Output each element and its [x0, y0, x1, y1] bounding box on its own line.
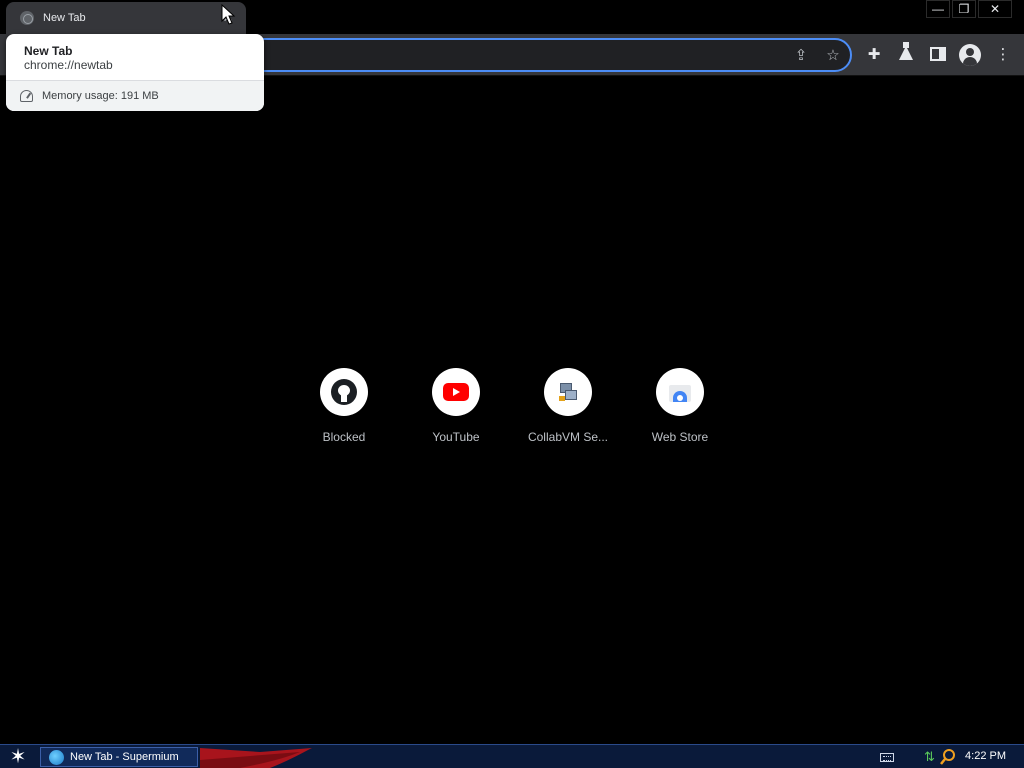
restore-button[interactable]: ❐ [952, 0, 976, 18]
close-window-button[interactable]: ✕ [978, 0, 1012, 18]
tab-title: New Tab [43, 12, 86, 24]
collabvm-icon [557, 381, 579, 403]
keyboard-icon[interactable] [880, 753, 894, 762]
start-button[interactable]: ✶ [4, 746, 32, 768]
taskbar: ✶ New Tab - Supermium ⇅ 4:22 PM [0, 744, 1024, 768]
shortcut-label: YouTube [432, 430, 480, 444]
shortcut-tile[interactable]: Web Store [624, 364, 736, 454]
tab-new-tab[interactable]: New Tab ✕ [6, 2, 246, 34]
side-panel-icon[interactable] [930, 47, 946, 61]
shortcut-grid: Blocked YouTube CollabVM Se... Web Store [288, 364, 736, 454]
shortcut-icon-circle [544, 368, 592, 416]
hover-card-url: chrome://newtab [24, 58, 113, 72]
mouse-cursor-icon [221, 4, 236, 25]
hover-card-memory-row: Memory usage: 191 MB [6, 81, 264, 111]
browser-icon [49, 749, 64, 765]
minimize-button[interactable]: — [926, 0, 950, 18]
bookmark-star-icon[interactable]: ☆ [824, 47, 842, 65]
shortcut-icon-circle [656, 368, 704, 416]
youtube-icon [443, 383, 469, 401]
memory-usage-text: Memory usage: 191 MB [42, 90, 159, 102]
red-flag-decoration [200, 748, 312, 768]
labs-flask-icon[interactable] [899, 42, 913, 60]
network-icon[interactable]: ⇅ [924, 749, 938, 765]
shortcut-label: Blocked [322, 430, 366, 444]
taskbar-clock[interactable]: 4:22 PM [965, 750, 1006, 762]
web-store-icon [668, 381, 692, 403]
shortcut-label: Web Store [651, 430, 709, 444]
github-icon [331, 379, 357, 405]
gauge-icon [20, 90, 33, 102]
title-bar: New Tab ✕ — ❐ ✕ [0, 0, 1024, 34]
window-controls: — ❐ ✕ [924, 0, 1012, 18]
taskbar-item-browser[interactable]: New Tab - Supermium [40, 747, 198, 767]
shortcut-label: CollabVM Se... [527, 430, 609, 444]
shortcut-tile[interactable]: YouTube [400, 364, 512, 454]
tab-hover-card: New Tab chrome://newtab Memory usage: 19… [6, 34, 264, 111]
shortcut-tile[interactable]: CollabVM Se... [512, 364, 624, 454]
menu-kebab-icon[interactable]: ⋮ [993, 45, 1013, 65]
extensions-icon[interactable]: ✚ [864, 45, 884, 65]
shortcut-icon-circle [432, 368, 480, 416]
hover-card-title: New Tab [24, 44, 73, 58]
taskbar-item-label: New Tab - Supermium [70, 751, 179, 763]
profile-avatar-icon[interactable] [959, 44, 981, 66]
share-icon[interactable]: ⇪ [792, 47, 810, 65]
shortcut-icon-circle [320, 368, 368, 416]
shortcut-tile[interactable]: Blocked [288, 364, 400, 454]
globe-icon [20, 11, 34, 25]
search-icon[interactable] [940, 748, 956, 766]
